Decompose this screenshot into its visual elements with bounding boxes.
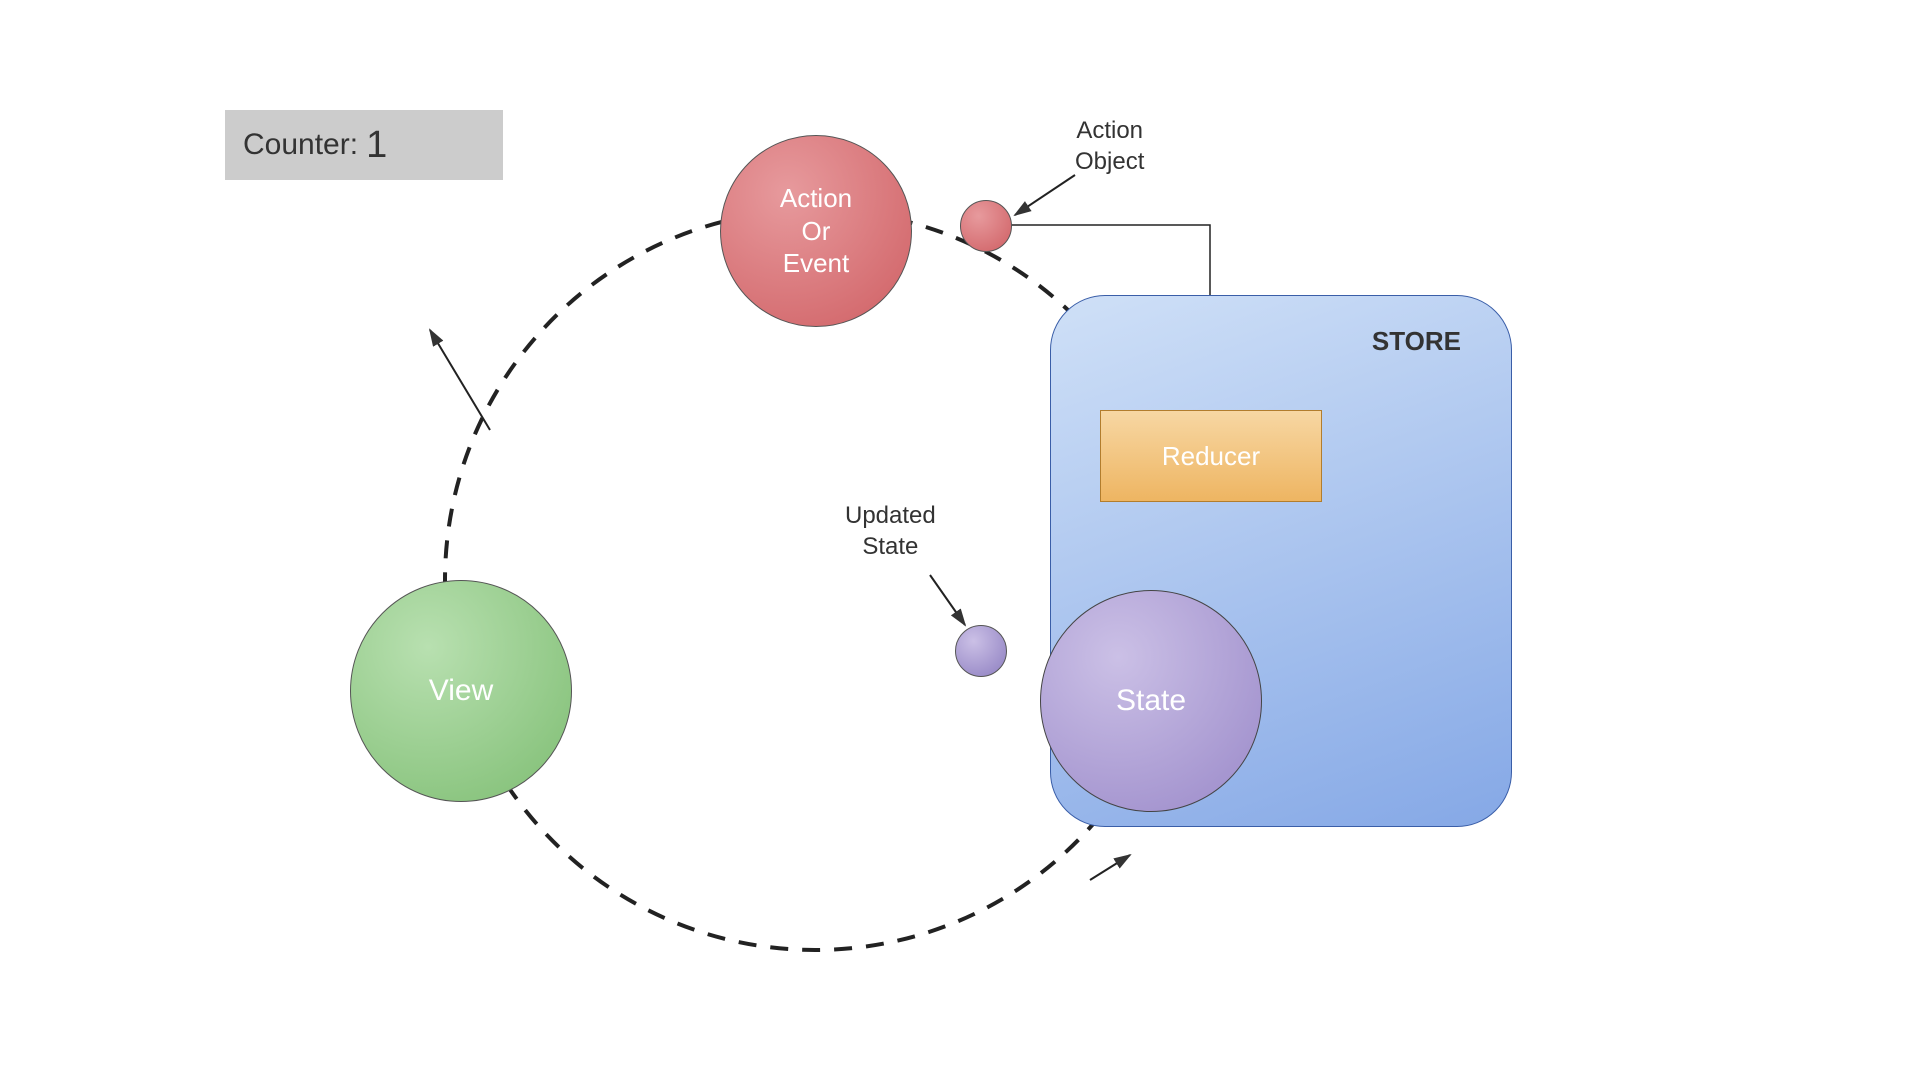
counter-label: Counter:: [243, 128, 358, 162]
diagram-canvas: Counter: 1 STORE Action Or Event View Re…: [0, 0, 1920, 1080]
action-object-dot: [960, 200, 1012, 252]
reducer-node-label: Reducer: [1162, 441, 1260, 472]
view-node-label: View: [429, 672, 493, 710]
counter-value: 1: [366, 124, 387, 167]
action-node: Action Or Event: [720, 135, 912, 327]
state-node-label: State: [1116, 682, 1186, 720]
action-node-label: Action Or Event: [780, 182, 852, 280]
updated-state-dot: [955, 625, 1007, 677]
updated-state-label: Updated State: [845, 500, 936, 562]
view-node: View: [350, 580, 572, 802]
counter-box: Counter: 1: [225, 110, 503, 180]
reducer-node: Reducer: [1100, 410, 1322, 502]
store-title: STORE: [1372, 326, 1461, 357]
state-node: State: [1040, 590, 1262, 812]
action-object-label: Action Object: [1075, 115, 1144, 177]
